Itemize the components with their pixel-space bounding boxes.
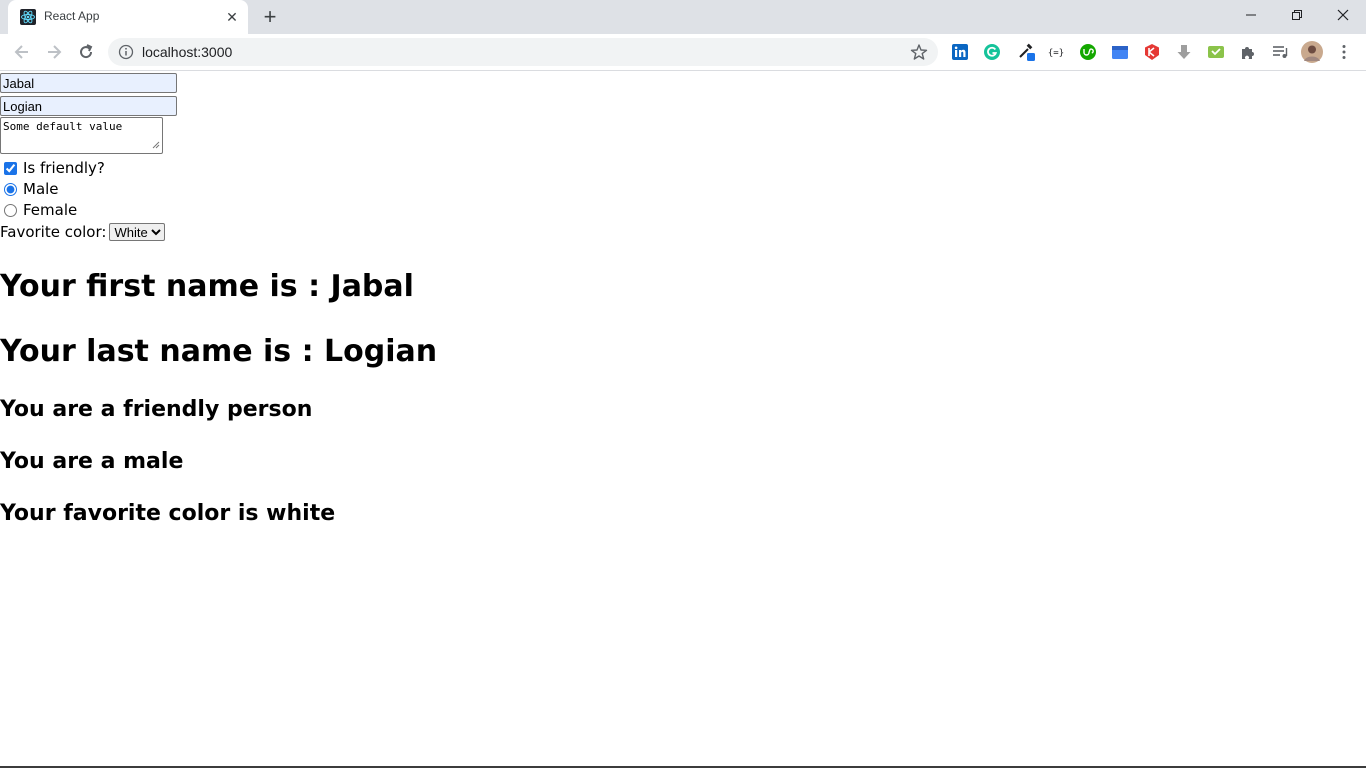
eyedropper-icon[interactable] xyxy=(1017,43,1035,61)
tab-title: React App xyxy=(44,9,100,23)
url-text: localhost:3000 xyxy=(142,44,233,60)
restore-button[interactable] xyxy=(1274,0,1320,30)
close-window-button[interactable] xyxy=(1320,0,1366,30)
comment-textarea[interactable]: Some default value xyxy=(0,117,163,154)
menu-icon[interactable] xyxy=(1335,43,1353,61)
friendly-row: Is friendly? xyxy=(0,158,105,178)
color-result: Your favorite color is white xyxy=(0,501,336,526)
browser-tab[interactable]: React App ✕ xyxy=(8,0,248,34)
minimize-button[interactable] xyxy=(1228,0,1274,30)
last-name-result: Your last name is : Logian xyxy=(0,334,438,369)
svg-text:{=}: {=} xyxy=(1048,49,1064,59)
shield-icon[interactable] xyxy=(1143,43,1161,61)
male-label: Male xyxy=(23,180,59,198)
address-bar[interactable]: localhost:3000 xyxy=(108,38,938,66)
upwork-icon[interactable] xyxy=(1079,43,1097,61)
first-name-result: Your first name is : Jabal xyxy=(0,269,414,304)
favorite-color-row: Favorite color: White xyxy=(0,222,166,242)
male-radio[interactable] xyxy=(4,182,17,196)
female-label: Female xyxy=(23,201,78,219)
gender-male-row: Male xyxy=(0,179,59,199)
media-icon[interactable] xyxy=(1271,43,1289,61)
grammarly-icon[interactable] xyxy=(983,43,1001,61)
download-icon[interactable] xyxy=(1175,43,1193,61)
female-radio[interactable] xyxy=(4,203,17,217)
close-icon xyxy=(1337,9,1349,21)
puzzle-icon[interactable] xyxy=(1239,43,1257,61)
tab-close-icon[interactable]: ✕ xyxy=(224,9,240,25)
profile-avatar[interactable] xyxy=(1301,41,1323,63)
browser-toolbar: localhost:3000 {=} xyxy=(0,34,1366,71)
new-tab-button[interactable]: + xyxy=(258,6,282,28)
tab-strip: React App ✕ + xyxy=(0,0,1366,34)
friendly-label: Is friendly? xyxy=(23,159,105,177)
gender-result: You are a male xyxy=(0,449,184,474)
calendar-icon[interactable] xyxy=(1111,43,1129,61)
first-name-input[interactable] xyxy=(0,73,177,93)
inbox-icon[interactable] xyxy=(1207,43,1225,61)
page-content: Some default value Is friendly? Male Fem… xyxy=(0,71,1366,766)
gender-female-row: Female xyxy=(0,200,77,220)
favorite-color-select[interactable]: White xyxy=(109,223,166,241)
last-name-input[interactable] xyxy=(0,96,177,116)
friendly-checkbox[interactable] xyxy=(4,161,17,175)
minimize-icon xyxy=(1246,14,1256,16)
json-icon[interactable]: {=} xyxy=(1047,43,1065,61)
restore-icon xyxy=(1292,10,1302,20)
bookmark-star-icon[interactable] xyxy=(910,43,928,61)
friendly-result: You are a friendly person xyxy=(0,397,313,422)
back-arrow-icon[interactable] xyxy=(12,42,32,62)
linkedin-icon[interactable] xyxy=(951,43,969,61)
react-logo-icon xyxy=(20,9,36,25)
reload-icon[interactable] xyxy=(76,42,96,62)
forward-arrow-icon[interactable] xyxy=(44,42,64,62)
resize-grip-icon[interactable] xyxy=(152,141,160,149)
site-info-icon[interactable] xyxy=(118,44,134,60)
favorite-color-label: Favorite color: xyxy=(0,223,107,241)
